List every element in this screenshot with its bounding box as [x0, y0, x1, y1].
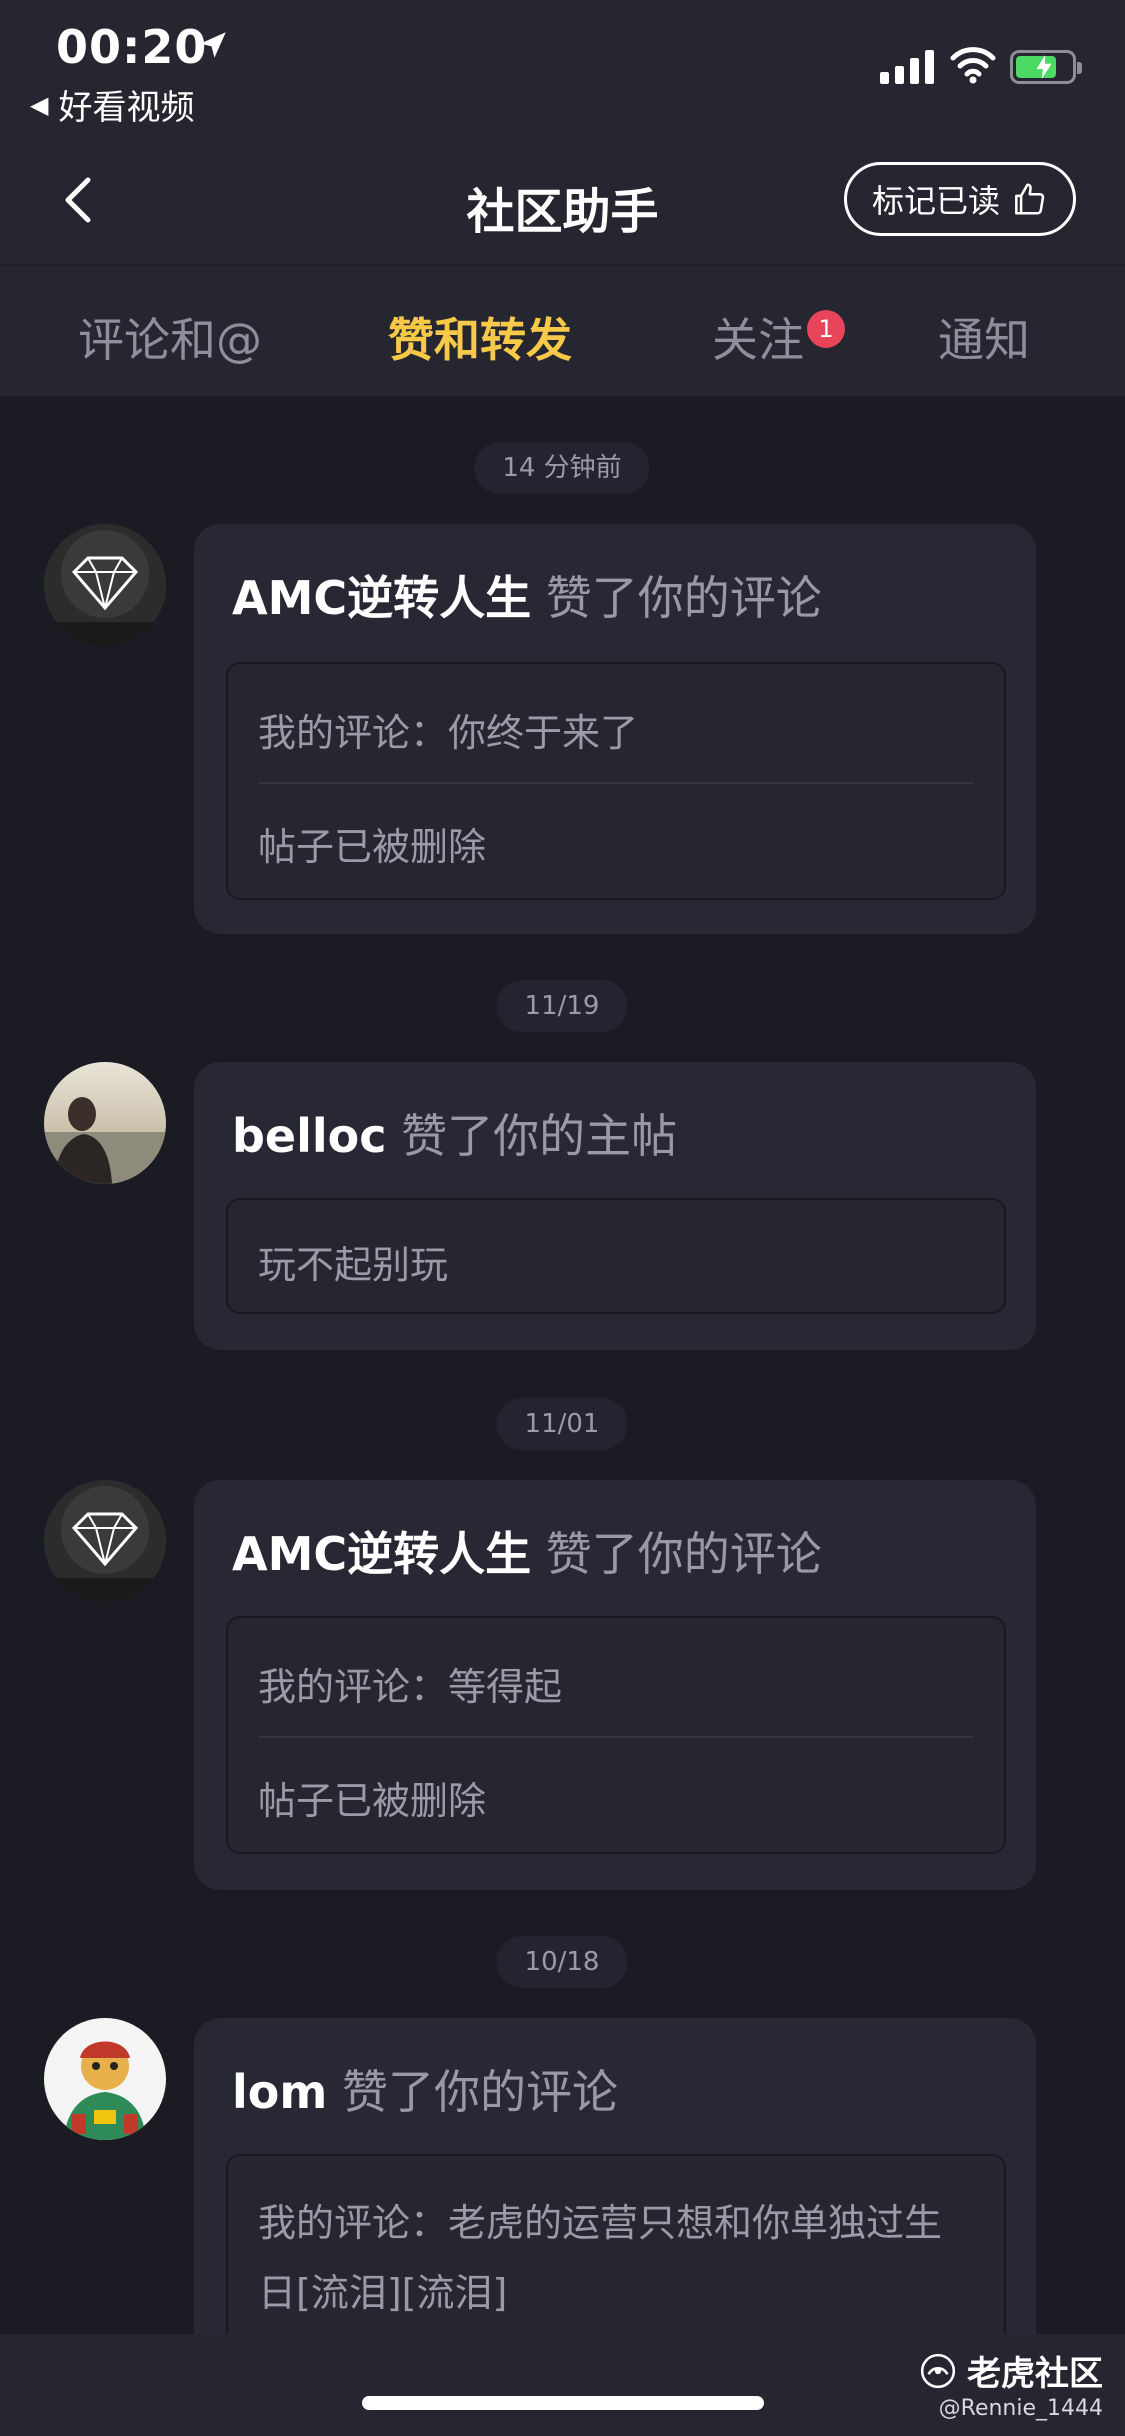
avatar[interactable]: [44, 524, 166, 646]
notification-card[interactable]: AMC逆转人生 赞了你的评论 我的评论：等得起 帖子已被删除: [194, 1480, 1036, 1890]
quote-divider: [258, 1736, 974, 1738]
nav-header: 社区助手 标记已读: [0, 140, 1125, 266]
quoted-content[interactable]: 我的评论：等得起 帖子已被删除: [226, 1616, 1006, 1854]
notification-card[interactable]: belloc 赞了你的主帖 玩不起别玩: [194, 1062, 1036, 1350]
action-text: 赞了你的评论: [545, 1527, 822, 1581]
timestamp-pill: 14 分钟前: [474, 442, 650, 494]
card-headline: AMC逆转人生 赞了你的评论: [232, 1518, 822, 1584]
username[interactable]: belloc: [232, 1109, 387, 1163]
quote-line: 我的评论：等得起: [258, 1665, 563, 1709]
avatar[interactable]: [44, 1062, 166, 1184]
follows-badge: 1: [807, 310, 845, 348]
avatar[interactable]: [44, 1480, 166, 1602]
status-time: 00:20: [56, 20, 208, 74]
quote-line: 日[流泪][流泪]: [258, 2271, 508, 2315]
home-indicator[interactable]: [362, 2396, 764, 2410]
quoted-content[interactable]: 我的评论：你终于来了 帖子已被删除: [226, 662, 1006, 900]
mark-read-button[interactable]: 标记已读: [844, 162, 1076, 236]
timestamp-pill: 10/18: [496, 1936, 628, 1988]
watermark-handle: @Rennie_1444: [938, 2396, 1103, 2421]
tab-follows[interactable]: 关注: [712, 304, 804, 370]
avatar[interactable]: [44, 2018, 166, 2140]
cellular-signal-icon: [880, 48, 934, 84]
quoted-content[interactable]: 玩不起别玩: [226, 1198, 1006, 1314]
page: 00:20 ◀ 好看视频 社区助手 标记已读 评论和@ 赞和转发 关注 1 通知…: [0, 0, 1125, 2436]
thumbs-up-icon: [1015, 183, 1045, 215]
status-bar: 00:20 ◀ 好看视频: [0, 0, 1125, 140]
card-headline: lom 赞了你的评论: [232, 2056, 618, 2122]
tab-bar: 评论和@ 赞和转发 关注 1 通知: [0, 266, 1125, 396]
action-text: 赞了你的评论: [341, 2065, 618, 2119]
quote-line: 我的评论：老虎的运营只想和你单独过生: [258, 2201, 943, 2245]
card-headline: belloc 赞了你的主帖: [232, 1100, 677, 1166]
timestamp-pill: 11/01: [496, 1398, 628, 1450]
tab-notifications[interactable]: 通知: [938, 304, 1030, 370]
diamond-avatar-icon: [44, 1480, 166, 1602]
quote-divider: [258, 782, 974, 784]
username[interactable]: AMC逆转人生: [232, 571, 531, 625]
wifi-icon: [950, 47, 996, 84]
action-text: 赞了你的主帖: [401, 1109, 678, 1163]
location-arrow-icon: [200, 32, 226, 58]
action-text: 赞了你的评论: [545, 571, 822, 625]
back-to-app-button[interactable]: ◀ 好看视频: [30, 80, 194, 129]
quote-line: 玩不起别玩: [258, 1243, 449, 1287]
watermark: 老虎社区: [919, 2346, 1103, 2395]
timestamp-pill: 11/19: [496, 980, 628, 1032]
cartoon-avatar-icon: [44, 2018, 166, 2140]
tiger-community-logo-icon: [920, 2353, 956, 2388]
card-headline: AMC逆转人生 赞了你的评论: [232, 562, 822, 628]
diamond-avatar-icon: [44, 524, 166, 646]
photo-avatar-icon: [44, 1062, 166, 1184]
tab-likes-reposts[interactable]: 赞和转发: [388, 304, 572, 370]
quote-line: 帖子已被删除: [258, 825, 487, 869]
username[interactable]: lom: [232, 2065, 327, 2119]
back-app-label: 好看视频: [58, 88, 195, 128]
mark-read-label: 标记已读: [871, 182, 1000, 220]
tab-comments-mentions[interactable]: 评论和@: [78, 304, 262, 370]
battery-charging-icon: [1010, 50, 1082, 84]
quote-line: 帖子已被删除: [258, 1779, 487, 1823]
watermark-brand: 老虎社区: [967, 2354, 1103, 2394]
quote-line: 我的评论：你终于来了: [258, 711, 639, 755]
back-triangle-icon: ◀: [30, 90, 49, 119]
notification-card[interactable]: AMC逆转人生 赞了你的评论 我的评论：你终于来了 帖子已被删除: [194, 524, 1036, 934]
username[interactable]: AMC逆转人生: [232, 1527, 531, 1581]
